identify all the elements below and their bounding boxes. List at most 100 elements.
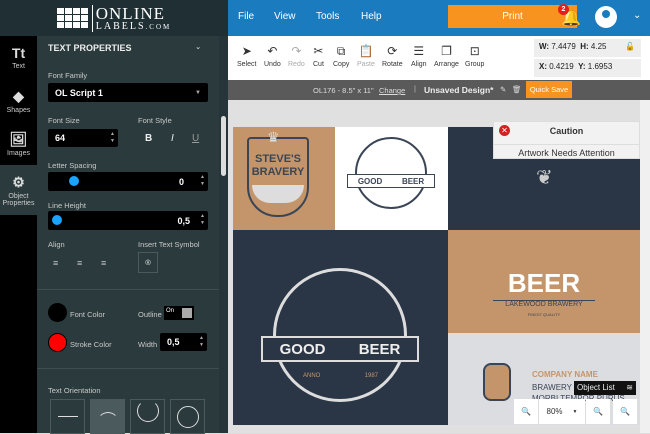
rail-shapes[interactable]: ◆ Shapes	[0, 79, 37, 122]
label-good-beer-large[interactable]: GOOD BEER ANNO 1987	[233, 230, 448, 425]
stroke-color-swatch[interactable]	[48, 333, 67, 352]
align-center-icon[interactable]: ≡	[77, 258, 82, 268]
label-text: STEVE'S	[254, 153, 302, 165]
zoom-out-button[interactable]: 🔍	[514, 399, 538, 424]
underline-button[interactable]: U	[192, 133, 199, 144]
font-family-select[interactable]: OL Script 1 ▼	[48, 83, 208, 102]
align-right-icon[interactable]: ≡	[101, 258, 106, 268]
divider	[37, 368, 219, 369]
orientation-arc-up[interactable]	[90, 399, 125, 434]
orientation-circle[interactable]	[170, 399, 205, 434]
orientation-straight[interactable]	[50, 399, 85, 434]
text-icon: Tt	[11, 45, 26, 61]
rail-label: Shapes	[6, 106, 31, 114]
stepper-icon[interactable]: ▲ ▼	[110, 131, 115, 145]
avatar[interactable]	[595, 6, 617, 28]
zoom-fit-button[interactable]: 🔍	[613, 399, 637, 424]
label-text: GOOD	[279, 340, 326, 358]
rail-text[interactable]: Tt Text	[0, 36, 37, 79]
chevron-down-icon[interactable]: ⌄	[633, 10, 641, 21]
rail-label: Object Properties	[2, 192, 35, 207]
cut-tool[interactable]: ✂ Cut	[313, 44, 324, 68]
tool-label: Undo	[264, 61, 281, 68]
stepper-icon[interactable]: ▲ ▼	[200, 213, 205, 227]
x-input[interactable]: 0.4219	[549, 62, 573, 71]
stepper-icon[interactable]: ▲ ▼	[199, 335, 204, 349]
letter-spacing-slider[interactable]: 0 ▲ ▼	[48, 172, 208, 191]
label-good-beer-small[interactable]: GOOD BEER	[335, 127, 448, 230]
rail-object-properties[interactable]: ⚙ Object Properties	[0, 165, 37, 215]
arc-up-icon	[96, 411, 119, 434]
design-name: Unsaved Design*	[424, 85, 494, 95]
circle-icon	[176, 405, 199, 428]
label-text: BRAVERY	[251, 166, 305, 178]
rail-images[interactable]: 🖼 Images	[0, 122, 37, 165]
logo-line2: LABELS	[95, 20, 146, 32]
line-height-slider[interactable]: 0,5 ▲ ▼	[48, 211, 208, 230]
canvas-scrollbar[interactable]	[640, 100, 650, 433]
rail-label: Images	[7, 149, 30, 157]
label-steves-bravery[interactable]: STEVE'S BRAVERY ♛	[233, 127, 335, 230]
tool-label: Group	[465, 61, 485, 68]
menu-view[interactable]: View	[274, 11, 296, 22]
rotate-tool[interactable]: ⟳ Rotate	[382, 44, 403, 68]
outline-toggle[interactable]: On	[164, 306, 194, 320]
menu-tools[interactable]: Tools	[316, 11, 339, 22]
zoom-in-button[interactable]: 🔍	[586, 399, 610, 424]
object-list-button[interactable]: Object List ≋	[574, 381, 636, 395]
orientation-arc-down[interactable]	[130, 399, 165, 434]
h-input[interactable]: 4.25	[591, 42, 607, 51]
letter-spacing-label: Letter Spacing	[48, 161, 97, 170]
align-tool[interactable]: ☰ Align	[411, 44, 427, 68]
label-lakewood[interactable]: BEER LAKEWOOD BRAWERY FINEST QUALITY	[448, 230, 640, 333]
w-input[interactable]: 7.4479	[551, 42, 575, 51]
outline-state: On	[166, 308, 175, 314]
menu-help[interactable]: Help	[361, 11, 382, 22]
tool-label: Cut	[313, 61, 324, 68]
insert-symbol-button[interactable]: ®	[138, 252, 158, 273]
panel-scrollbar[interactable]	[219, 36, 228, 433]
tool-label: Redo	[288, 61, 305, 68]
change-template-link[interactable]: Change	[379, 86, 405, 95]
font-color-swatch[interactable]	[48, 303, 67, 322]
y-input[interactable]: 1.6953	[588, 62, 612, 71]
quick-save-button[interactable]: Quick Save	[526, 81, 572, 98]
bold-button[interactable]: B	[145, 133, 152, 144]
pencil-icon[interactable]: ✎	[500, 85, 506, 94]
outline-label: Outline	[138, 310, 162, 319]
italic-button[interactable]: I	[171, 133, 174, 144]
straight-line-icon	[57, 416, 78, 417]
stroke-width-input[interactable]: 0,5 ▲ ▼	[160, 333, 207, 351]
font-size-input[interactable]: 64 ▲ ▼	[48, 129, 118, 147]
zoom-select[interactable]: 80% ▼	[539, 399, 585, 424]
arrange-tool[interactable]: ❐ Arrange	[434, 44, 459, 68]
stroke-width-value: 0,5	[167, 337, 180, 347]
redo-tool[interactable]: ↷ Redo	[288, 44, 305, 68]
label-text: FINEST QUALITY	[527, 312, 561, 317]
trash-icon[interactable]: 🗑	[512, 85, 522, 94]
top-bar: File View Tools Help Print 🔔 2 ⌄	[228, 0, 650, 36]
align-left-icon[interactable]: ≡	[53, 258, 58, 268]
copy-tool[interactable]: ⧉ Copy	[333, 44, 349, 68]
slider-handle[interactable]	[69, 176, 79, 186]
undo-tool[interactable]: ↶ Undo	[264, 44, 281, 68]
zoom-in-icon: 🔍	[593, 407, 603, 416]
caution-popup: ✕ Caution Artwork Needs Attention	[493, 121, 640, 159]
stepper-icon[interactable]: ▲ ▼	[200, 174, 205, 188]
line-height-value: 0,5	[177, 215, 190, 226]
document-bar: OL176 - 8.5" x 11" Change | Unsaved Desi…	[228, 80, 650, 100]
tool-label: Rotate	[382, 61, 403, 68]
group-tool[interactable]: ⊡ Group	[465, 44, 484, 68]
text-orientation-label: Text Orientation	[48, 386, 101, 395]
scissors-icon: ✂	[313, 44, 324, 58]
lock-icon[interactable]: 🔓	[625, 42, 635, 51]
collapse-chevron-icon[interactable]: ⌄	[195, 42, 201, 51]
slider-handle[interactable]	[52, 215, 62, 225]
label-text: BEER	[401, 176, 425, 186]
group-icon: ⊡	[469, 44, 480, 58]
select-tool[interactable]: ➤ Select	[237, 44, 256, 68]
paste-tool[interactable]: 📋 Paste	[357, 44, 375, 68]
font-style-label: Font Style	[138, 116, 172, 125]
menu-file[interactable]: File	[238, 11, 254, 22]
font-family-label: Font Family	[48, 71, 88, 80]
